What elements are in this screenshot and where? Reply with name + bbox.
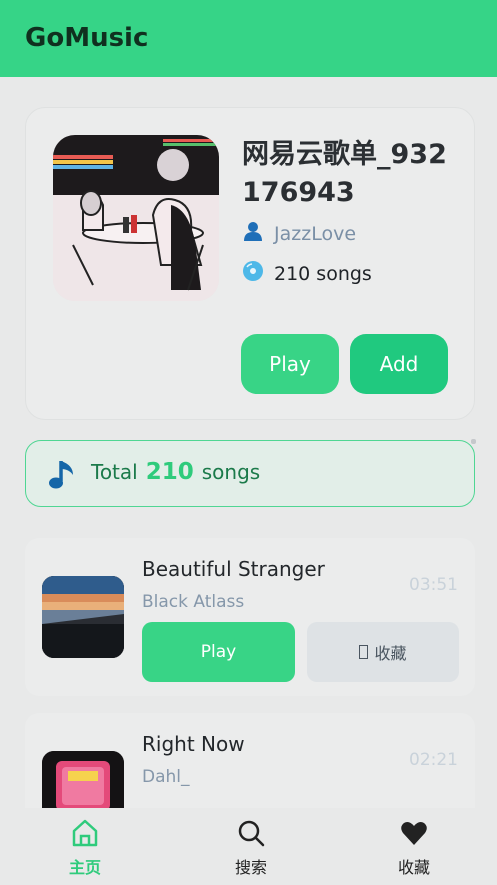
total-songs-banner: Total 210 songs: [25, 440, 475, 507]
main-content[interactable]: 网易云歌单_932176943 JazzLove 210 songs Play …: [0, 77, 497, 808]
song-title: Beautiful Stranger: [142, 557, 325, 581]
user-icon: [242, 220, 264, 247]
bottom-tab-bar: 主页 搜索 收藏: [0, 808, 497, 885]
total-count: 210: [145, 459, 194, 485]
song-artist[interactable]: Dahl_: [142, 767, 190, 787]
tab-home[interactable]: 主页: [45, 818, 125, 878]
total-prefix: Total: [91, 460, 138, 484]
song-play-button[interactable]: Play: [142, 622, 295, 682]
song-list-item[interactable]: Beautiful Stranger Black Atlass 03:51 Pl…: [25, 538, 475, 696]
play-playlist-button[interactable]: Play: [241, 334, 339, 394]
disc-icon: [242, 260, 264, 287]
app-title: GoMusic: [25, 23, 149, 53]
tab-search-label: 搜索: [234, 858, 267, 877]
add-playlist-button[interactable]: Add: [350, 334, 448, 394]
song-cover-image: [42, 751, 124, 808]
heart-icon: [374, 818, 454, 852]
song-count-label: 210 songs: [274, 262, 372, 285]
song-cover-image: [42, 576, 124, 658]
tab-search[interactable]: 搜索: [211, 818, 291, 878]
playlist-owner[interactable]: JazzLove: [242, 220, 356, 247]
search-icon: [211, 818, 291, 852]
scrollbar-indicator[interactable]: [471, 439, 476, 444]
song-artist[interactable]: Black Atlass: [142, 592, 244, 612]
tab-home-label: 主页: [68, 858, 101, 877]
playlist-title: 网易云歌单_932176943: [242, 139, 447, 208]
song-list-item[interactable]: Right Now Dahl_ 02:21: [25, 713, 475, 808]
owner-name: JazzLove: [274, 222, 357, 245]
playlist-song-count: 210 songs: [242, 260, 372, 287]
home-icon: [45, 818, 125, 852]
playlist-cover-image: [53, 135, 219, 301]
app-bar: GoMusic: [0, 0, 497, 77]
tab-favorites-label: 收藏: [397, 858, 430, 877]
song-duration: 02:21: [409, 750, 458, 770]
total-songs-text: Total 210 songs: [91, 459, 260, 485]
music-note-icon: [48, 459, 78, 495]
favorite-label: 收藏: [374, 644, 407, 663]
song-duration: 03:51: [409, 575, 458, 595]
total-suffix: songs: [201, 460, 261, 484]
missing-glyph-icon: [359, 645, 369, 659]
playlist-card: 网易云歌单_932176943 JazzLove 210 songs Play …: [25, 107, 475, 420]
song-title: Right Now: [142, 732, 245, 756]
tab-favorites[interactable]: 收藏: [374, 818, 454, 878]
song-favorite-button[interactable]: 收藏: [307, 622, 459, 682]
